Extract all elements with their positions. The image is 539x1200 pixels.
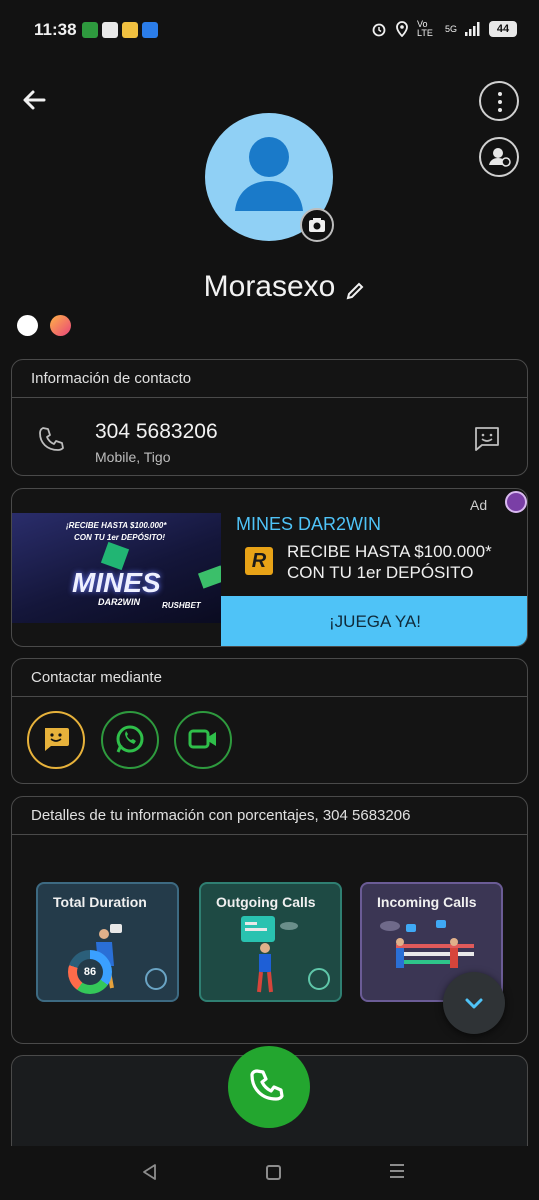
notification-icons [82,22,158,38]
more-vert-icon-dot [498,100,502,104]
sms-button[interactable] [27,711,85,769]
network-indicator: 5G [444,24,457,34]
ad-image-subheadline: CON TU 1er DEPÓSITO! [74,533,165,542]
profile-icon [489,148,511,167]
ad-choices-icon[interactable] [505,491,527,513]
battery-indicator: 44 [489,21,517,37]
phone-number: 304 5683206 [95,420,218,443]
contact-info-card: Información de contacto 304 5683206 Mobi… [11,359,528,476]
status-time: 11:38 [34,20,77,39]
sheets-notification-icon [82,22,98,38]
video-call-button[interactable] [174,711,232,769]
chevron-down-icon [465,998,483,1009]
details-header: Detalles de tu información con porcentaj… [12,797,527,835]
edit-name-button[interactable] [344,280,366,302]
change-photo-button[interactable] [300,208,334,242]
tile-label: Outgoing Calls [216,894,316,910]
nav-back-icon[interactable] [140,1162,160,1182]
ad-image[interactable]: ¡RECIBE HASTA $100.000* CON TU 1er DEPÓS… [12,513,221,623]
outgoing-illustration [241,916,298,993]
pencil-icon [346,282,364,300]
app-notification-icon [142,22,158,38]
duration-gauge: 86 [68,950,112,994]
location-icon [396,21,408,37]
camera-icon [309,218,325,232]
ad-cta-button[interactable]: ¡JUEGA YA! [221,596,527,646]
phone-row[interactable]: 304 5683206 Mobile, Tigo [12,398,527,476]
ad-body: RECIBE HASTA $100.000* CON TU 1er DEPÓSI… [287,542,492,582]
system-nav-bar [0,1146,539,1200]
ad-card[interactable]: Ad ¡RECIBE HASTA $100.000* CON TU 1er DE… [11,488,528,647]
nav-home-icon[interactable] [266,1165,281,1180]
whatsapp-icon [116,725,144,753]
duration-gauge-value: 86 [77,959,103,985]
phone-icon [39,427,64,451]
ad-image-brand: MINES [72,567,161,598]
volte-indicator: Vo LTE [416,19,433,38]
outgoing-calls-tile[interactable]: Outgoing Calls [199,882,342,1002]
ad-image-bill [197,565,221,589]
phone-type-carrier: Mobile, Tigo [95,449,171,465]
tile-label: Total Duration [53,894,147,910]
gmail-notification-icon [102,22,118,38]
color-tag-gradient[interactable] [50,315,71,336]
signal-icon [465,22,480,36]
contact-info-header: Información de contacto [12,360,527,398]
whatsapp-button[interactable] [101,711,159,769]
ad-advertiser-logo: R [245,547,273,575]
ad-image-sub: DAR2WIN [98,597,140,607]
back-button[interactable] [18,84,50,116]
scroll-down-button[interactable] [443,972,505,1034]
alarm-icon [372,23,386,37]
tile-label: Incoming Calls [377,894,477,910]
ad-image-headline: ¡RECIBE HASTA $100.000* [66,521,167,530]
back-arrow-icon [23,90,46,110]
total-duration-tile[interactable]: Total Duration 86 [36,882,179,1002]
more-vert-icon-dot [498,108,502,112]
meet-icon [188,729,216,749]
nav-recent-icon[interactable] [390,1164,404,1180]
contact-via-header: Contactar mediante [12,659,527,697]
sms-icon [45,728,69,751]
outgoing-arrow-icon [308,968,330,990]
ad-label: Ad [470,497,488,513]
profile-settings-button[interactable] [479,137,519,177]
message-icon[interactable] [472,424,502,454]
more-options-button[interactable] [479,81,519,121]
call-icon [250,1069,284,1101]
more-vert-icon [498,92,502,96]
call-button[interactable] [228,1046,310,1128]
contact-via-card: Contactar mediante [11,658,528,784]
ad-image-sponsor: RUSHBET [162,601,201,610]
system-icons: Vo LTE 5G 44 [371,20,517,38]
ad-image-gem [100,541,130,571]
color-tag-white[interactable] [17,315,38,336]
status-bar: 11:38 Vo LTE 5G 44 [0,0,539,62]
ad-title[interactable]: MINES DAR2WIN [236,514,381,535]
contact-name: Morasexo [203,270,336,303]
clock-icon [145,968,167,990]
weather-notification-icon [122,22,138,38]
